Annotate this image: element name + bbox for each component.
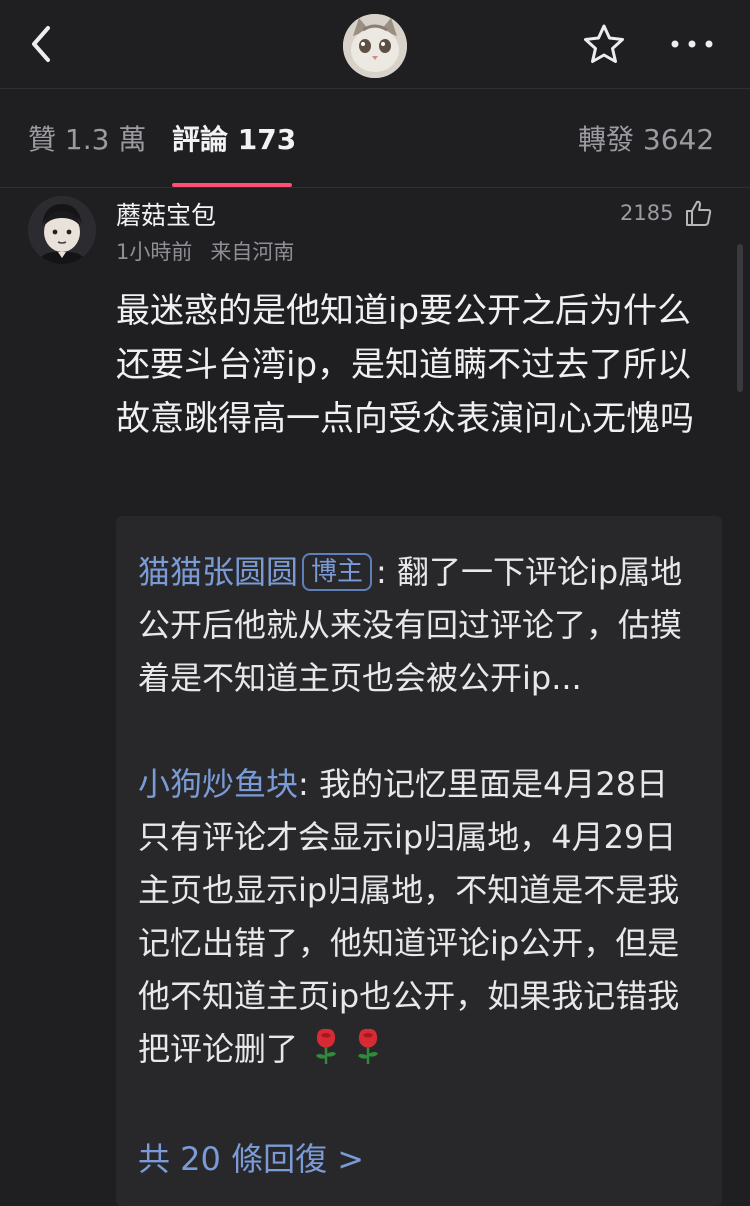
author-avatar-cat[interactable] [343,14,407,78]
rose-emoji-icon [358,1028,379,1064]
star-outline-icon[interactable] [582,22,626,66]
reply-item: 小狗炒鱼块: 我的记忆里面是4月28日只有评论才会显示ip归属地，4月29日主页… [138,758,698,1076]
more-dots-icon[interactable] [668,30,716,58]
cartoon-avatar-image [28,196,96,264]
comment-meta: 1小時前 来自河南 [116,236,294,266]
reply-item: 猫猫张圆圆 博主: 翻了一下评论ip属地公开后他就从来没有回过评论了，估摸着是不知… [138,546,698,705]
tab-likes[interactable]: 贊 1.3 萬 [28,118,146,158]
replies-container: 猫猫张圆圆 博主: 翻了一下评论ip属地公开后他就从来没有回过评论了，估摸着是不知… [116,516,722,1206]
scrollbar[interactable] [737,244,743,392]
commenter-avatar[interactable] [28,196,96,264]
comment-time: 1小時前 [116,240,193,264]
reply-author-name[interactable]: 猫猫张圆圆 [138,553,298,591]
tab-comments[interactable]: 評論 173 [172,118,296,158]
tab-reposts[interactable]: 轉發 3642 [578,118,714,158]
view-more-replies-link[interactable]: 共 20 條回復 > [138,1134,364,1180]
comment-location: 来自河南 [210,240,295,264]
cat-avatar-image [343,14,407,78]
rose-emojis [308,1028,392,1068]
commenter-username[interactable]: 蘑菇宝包 [116,196,216,232]
engagement-tabs: 贊 1.3 萬 評論 173 轉發 3642 [0,88,750,188]
author-badge: 博主 [302,553,373,591]
rose-emoji-icon [316,1028,337,1064]
reply-text: : 我的记忆里面是4月28日只有评论才会显示ip归属地，4月29日主页也显示ip… [138,765,680,1068]
tabs-divider [0,187,750,188]
comment-like-count: 2185 [620,201,674,225]
thumbs-up-icon[interactable] [684,198,714,228]
top-nav-bar [0,0,750,88]
back-arrow-icon[interactable] [22,22,62,66]
reply-author-name[interactable]: 小狗炒鱼块 [138,765,298,803]
comment-text: 最迷惑的是他知道ip要公开之后为什么还要斗台湾ip，是知道瞒不过去了所以故意跳得… [116,291,694,439]
